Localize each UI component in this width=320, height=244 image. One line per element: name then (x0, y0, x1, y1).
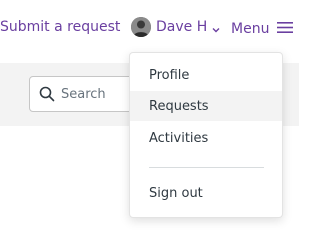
menu-divider (149, 167, 264, 168)
hamburger-icon (277, 19, 294, 38)
menu-button[interactable]: Menu (231, 19, 294, 38)
menu-item-activities[interactable]: Activities (130, 123, 282, 153)
submit-request-link[interactable]: Submit a request (0, 19, 120, 35)
user-dropdown-menu: Profile Requests Activities Sign out (129, 52, 283, 218)
menu-item-requests[interactable]: Requests (130, 91, 282, 121)
search-icon (39, 86, 55, 106)
user-name: Dave H (156, 19, 208, 35)
menu-label: Menu (231, 20, 270, 37)
top-header: Submit a request Dave H Menu (0, 0, 299, 58)
chevron-down-icon (212, 18, 220, 37)
menu-item-profile[interactable]: Profile (130, 60, 282, 90)
avatar (131, 17, 151, 37)
user-menu-toggle[interactable]: Dave H (131, 17, 220, 37)
menu-item-sign-out[interactable]: Sign out (130, 178, 282, 208)
